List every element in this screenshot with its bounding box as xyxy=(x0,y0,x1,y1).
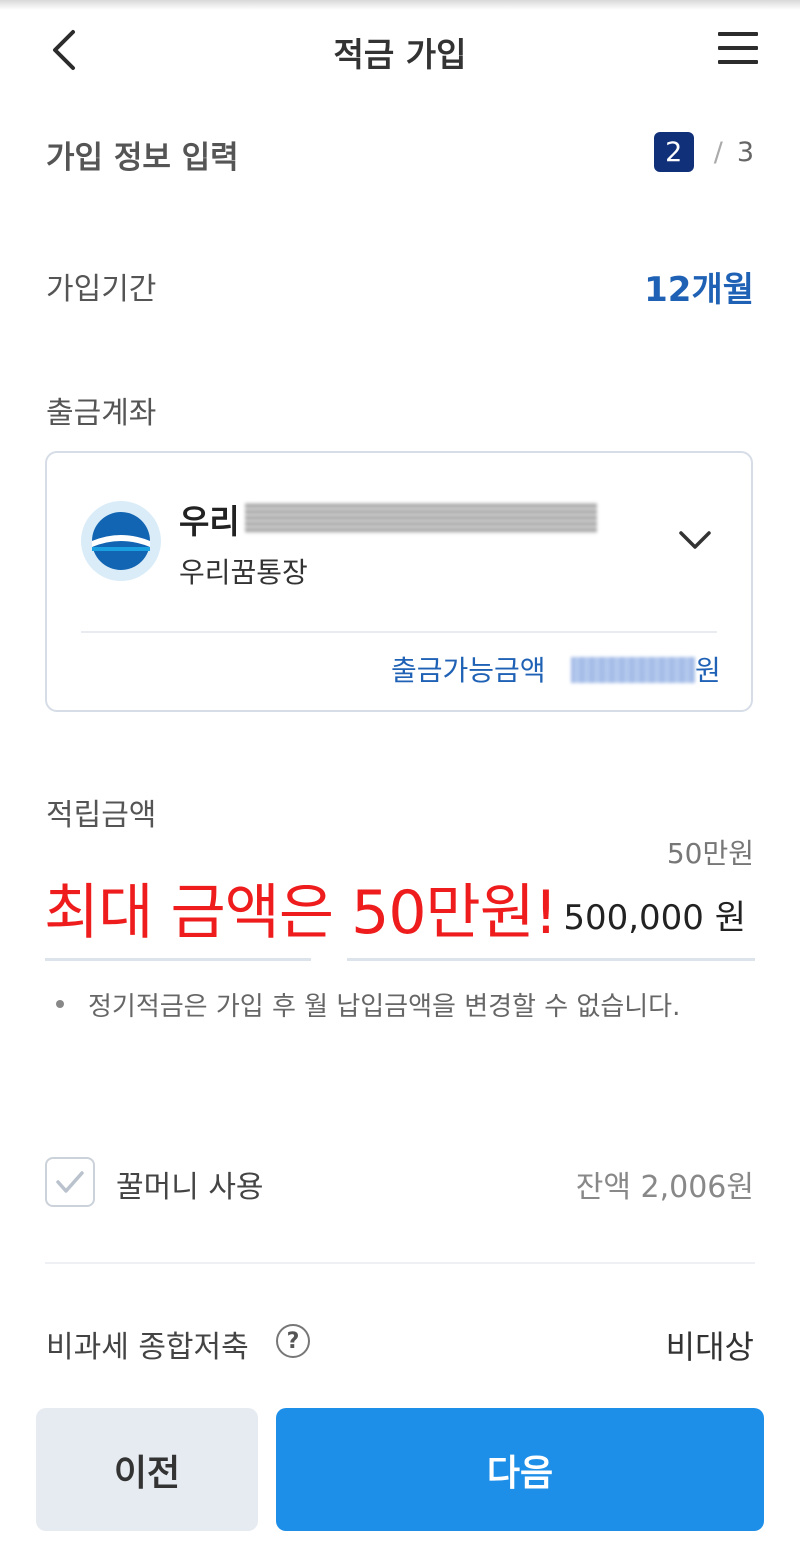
honey-money-balance: 잔액 2,006원 xyxy=(575,1170,754,1205)
honey-money-label: 꿀머니 사용 xyxy=(116,1170,264,1205)
chevron-down-icon xyxy=(679,531,711,549)
hamburger-menu-icon xyxy=(718,60,758,64)
section-divider xyxy=(45,1262,755,1264)
help-icon[interactable]: ? xyxy=(276,1324,310,1358)
deposit-note: 정기적금은 가입 후 월 납입금액을 변경할 수 없습니다. xyxy=(88,992,681,1022)
card-divider xyxy=(81,631,717,633)
tax-free-value: 비대상 xyxy=(665,1328,754,1366)
available-amount-label: 출금가능금액 xyxy=(391,654,546,687)
step-current-badge: 2 xyxy=(653,132,694,172)
masked-available-amount xyxy=(571,657,695,683)
check-icon xyxy=(56,1171,84,1193)
deposit-amount-input[interactable]: 500,000 원 xyxy=(563,890,746,939)
tax-free-label: 비과세 종합저축 xyxy=(46,1330,249,1365)
period-value: 12개월 xyxy=(644,270,754,310)
red-annotation: 최대 금액은 50만원! xyxy=(44,878,558,948)
menu-button[interactable] xyxy=(712,28,762,72)
prev-button[interactable]: 이전 xyxy=(36,1408,258,1531)
input-underline xyxy=(347,958,755,961)
input-underline xyxy=(45,958,311,961)
next-button[interactable]: 다음 xyxy=(276,1408,764,1531)
woori-bank-logo xyxy=(81,501,161,581)
status-shadow xyxy=(0,0,800,10)
account-name: 우리 xyxy=(179,502,240,541)
app-header: 적금 가입 xyxy=(0,10,800,90)
deposit-label: 적립금액 xyxy=(46,798,157,833)
step-separator: / xyxy=(713,136,723,168)
masked-account-number xyxy=(245,503,597,533)
hamburger-menu-icon xyxy=(718,46,758,50)
step-total: 3 xyxy=(736,136,754,168)
account-type: 우리꿈통장 xyxy=(179,556,308,589)
account-selector[interactable]: 우리 우리꿈통장 출금가능금액 원 xyxy=(45,451,753,712)
step-indicator: 2 / 3 xyxy=(653,132,754,172)
step-title: 가입 정보 입력 xyxy=(46,140,239,176)
hamburger-menu-icon xyxy=(718,32,758,36)
account-label: 출금계좌 xyxy=(46,396,157,431)
note-bullet xyxy=(56,1000,64,1008)
honey-money-checkbox[interactable] xyxy=(45,1157,95,1207)
period-label: 가입기간 xyxy=(46,272,157,307)
available-amount-unit: 원 xyxy=(695,654,721,687)
page-title: 적금 가입 xyxy=(333,35,467,74)
deposit-max-hint: 50만원 xyxy=(666,837,754,870)
